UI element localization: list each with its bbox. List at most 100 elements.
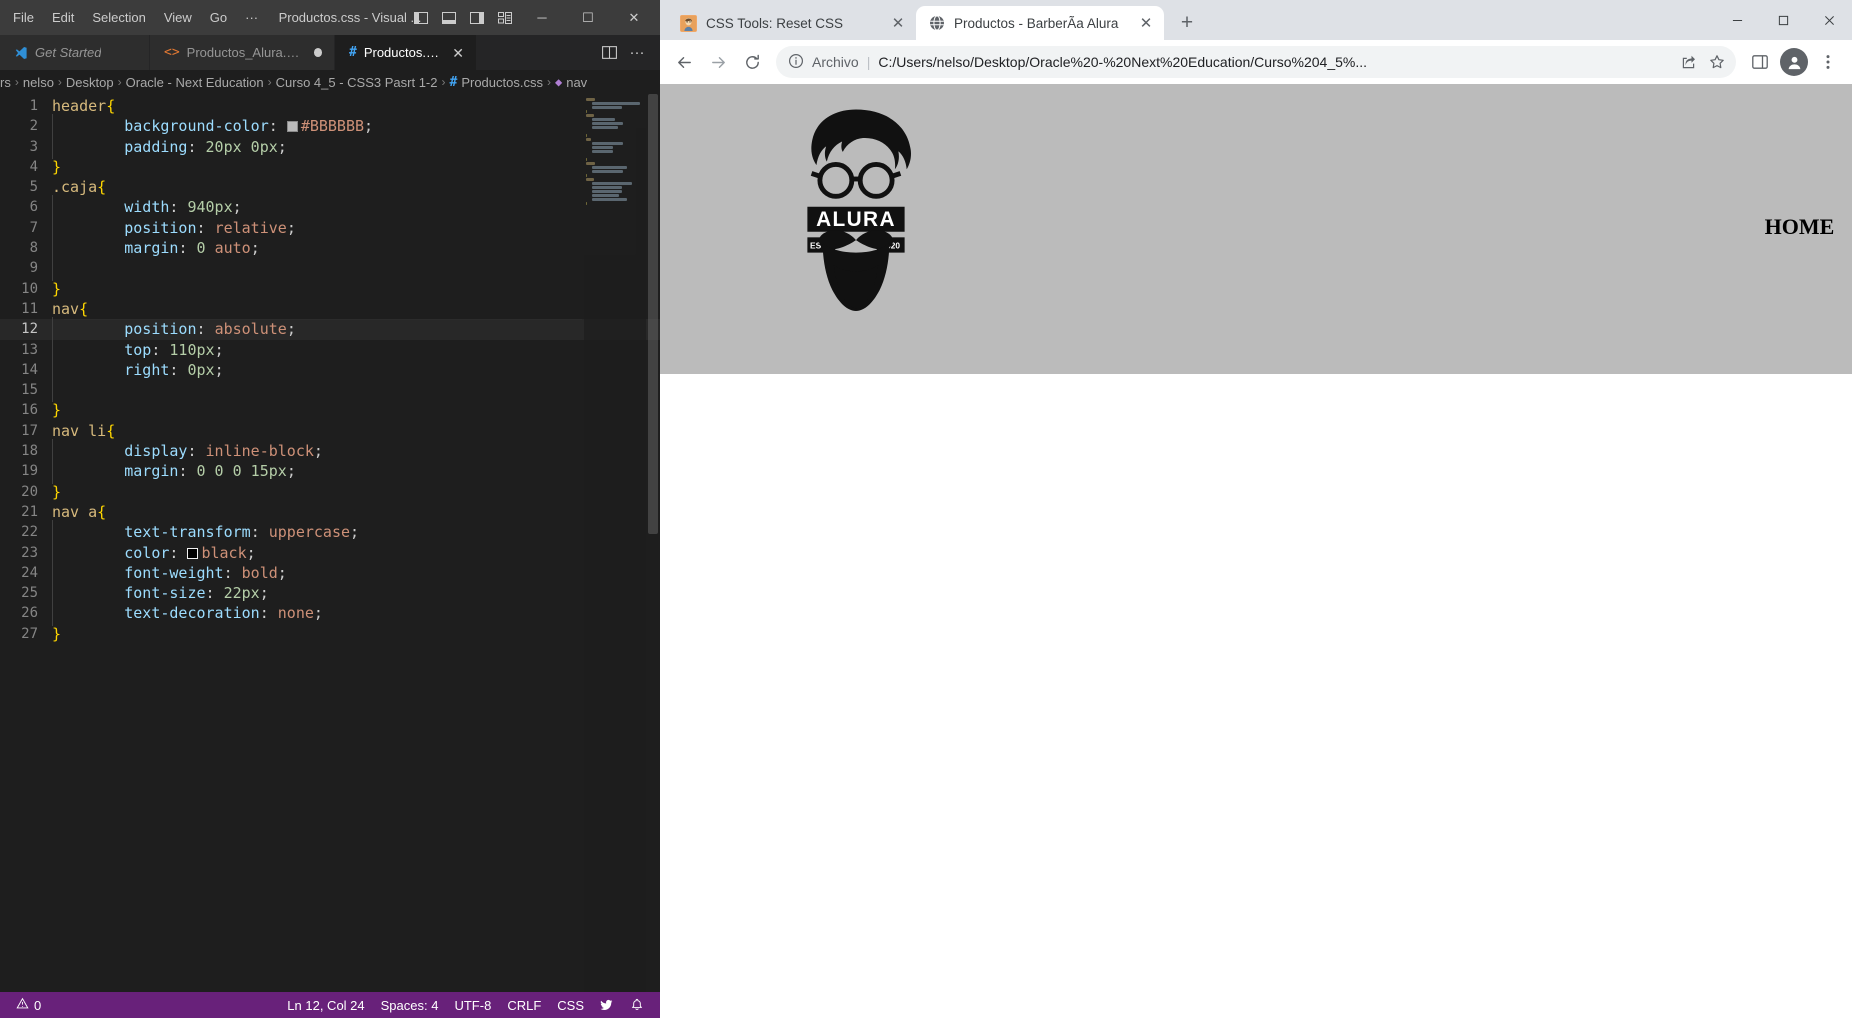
code-line[interactable]: 14 right: 0px; — [0, 357, 660, 383]
code-line[interactable]: 17 nav li{ — [0, 421, 660, 441]
star-icon[interactable] — [1704, 49, 1730, 75]
browser-maximize-button[interactable] — [1760, 0, 1806, 40]
tab-productos-css[interactable]: # Productos.css ✕ — [335, 35, 477, 70]
breadcrumb-item-4[interactable]: Curso 4_5 - CSS3 Pasrt 1-2 — [276, 75, 438, 90]
reload-button[interactable] — [736, 46, 768, 78]
code-content[interactable]: 1 header{2 background-color: #BBBBBB; 3 pa… — [0, 94, 660, 644]
vscode-statusbar: 0 Ln 12, Col 24 Spaces: 4 UTF-8 CRLF CSS — [0, 992, 660, 1018]
language-mode-status[interactable]: CSS — [549, 998, 592, 1013]
unsaved-indicator-dot[interactable] — [313, 48, 322, 57]
code-line[interactable]: 11 nav{ — [0, 299, 660, 319]
code-line[interactable]: 27} — [0, 624, 660, 644]
code-line[interactable]: 9 — [0, 256, 660, 281]
problems-status[interactable]: 0 — [8, 997, 49, 1013]
breadcrumb-item-2[interactable]: Desktop — [66, 75, 114, 90]
browser-tab-productos[interactable]: Productos - BarberÃa Alura ✕ — [916, 6, 1164, 40]
code-text: } — [52, 157, 61, 177]
menu-more[interactable]: ··· — [236, 7, 267, 28]
editor-scrollbar[interactable] — [646, 94, 660, 992]
side-panel-icon[interactable] — [1744, 46, 1776, 78]
code-line[interactable]: 3 padding: 20px 0px; — [0, 134, 660, 159]
nav-link-home[interactable]: HOME — [1765, 214, 1835, 239]
menu-go[interactable]: Go — [201, 7, 236, 28]
new-tab-button[interactable]: + — [1170, 6, 1204, 40]
code-line[interactable]: 15 — [0, 378, 660, 403]
code-text — [52, 256, 124, 281]
code-line[interactable]: 7 position: relative; — [0, 215, 660, 241]
code-line[interactable]: 6 width: 940px; — [0, 195, 660, 220]
code-line[interactable]: 25 font-size: 22px; — [0, 581, 660, 606]
page-viewport[interactable]: ALURA ESTO 2020 — [660, 84, 1852, 1018]
encoding-status[interactable]: UTF-8 — [446, 998, 499, 1013]
site-nav: HOME PRODUCTOS CONTACTO — [1750, 214, 1852, 240]
indentation-status[interactable]: Spaces: 4 — [373, 998, 447, 1013]
browser-minimize-button[interactable] — [1714, 0, 1760, 40]
tab-close-button[interactable]: ✕ — [452, 46, 464, 60]
three-dots-vertical-icon[interactable] — [1812, 46, 1844, 78]
code-line[interactable]: 13 top: 110px; — [0, 337, 660, 362]
code-token: : — [250, 523, 269, 542]
code-line[interactable]: 19 margin: 0 0 0 15px; — [0, 459, 660, 484]
cursor-position-status[interactable]: Ln 12, Col 24 — [279, 998, 372, 1013]
code-line[interactable]: 23 color: black; — [0, 540, 660, 565]
browser-close-button[interactable] — [1806, 0, 1852, 40]
code-line[interactable]: 4} — [0, 157, 660, 177]
code-line[interactable]: 18 display: inline-block; — [0, 439, 660, 464]
breadcrumb-item-0[interactable]: rs — [0, 75, 11, 90]
code-line[interactable]: 26 text-decoration: none; — [0, 601, 660, 626]
forward-button[interactable] — [702, 46, 734, 78]
panel-right-icon[interactable] — [464, 5, 490, 31]
editor-minimap[interactable] — [584, 94, 646, 992]
code-line[interactable]: 2 background-color: #BBBBBB; — [0, 114, 660, 139]
window-maximize-button[interactable]: ☐ — [566, 0, 610, 35]
code-line[interactable]: 12 position: absolute; — [0, 317, 660, 342]
browser-tab-css-tools[interactable]: CSS Tools: Reset CSS ✕ — [668, 6, 916, 40]
breadcrumb-item-3[interactable]: Oracle - Next Education — [126, 75, 264, 90]
code-text: padding: 20px 0px; — [52, 134, 287, 159]
code-editor[interactable]: 1 header{2 background-color: #BBBBBB; 3 pa… — [0, 94, 660, 992]
menu-file[interactable]: File — [4, 7, 43, 28]
panel-bottom-icon[interactable] — [436, 5, 462, 31]
panel-left-icon[interactable] — [408, 5, 434, 31]
bell-icon[interactable] — [622, 998, 652, 1012]
code-line[interactable]: 1 header{ — [0, 96, 660, 116]
menu-edit[interactable]: Edit — [43, 7, 83, 28]
minimap-line — [592, 182, 632, 185]
menu-view[interactable]: View — [155, 7, 201, 28]
code-line[interactable]: 24 font-weight: bold; — [0, 560, 660, 586]
back-button[interactable] — [668, 46, 700, 78]
code-token: display — [124, 442, 188, 461]
code-line[interactable]: 5 .caja{ — [0, 177, 660, 197]
code-text: text-decoration: none; — [52, 601, 323, 626]
scrollbar-thumb[interactable] — [648, 94, 658, 534]
address-bar[interactable]: Archivo | C:/Users/nelso/Desktop/Oracle%… — [776, 46, 1736, 78]
code-line[interactable]: 20} — [0, 482, 660, 502]
tab-productos-alura-html[interactable]: <> Productos_Alura.html — [150, 35, 335, 70]
breadcrumb-item-5[interactable]: # Productos.css — [450, 75, 543, 90]
menu-selection[interactable]: Selection — [83, 7, 154, 28]
browser-tab-close-button[interactable]: ✕ — [890, 16, 906, 31]
chrome-browser-window: CSS Tools: Reset CSS ✕ Productos - Barbe… — [660, 0, 1852, 1018]
code-line[interactable]: 22 text-transform: uppercase; — [0, 520, 660, 545]
tab-get-started[interactable]: Get Started — [0, 35, 150, 70]
profile-avatar-icon[interactable] — [1778, 46, 1810, 78]
info-circle-icon[interactable] — [788, 53, 804, 72]
customize-layout-icon[interactable] — [492, 5, 518, 31]
code-line[interactable]: 8 margin: 0 auto; — [0, 236, 660, 261]
browser-tab-close-button[interactable]: ✕ — [1138, 16, 1154, 31]
code-token: 0 — [196, 239, 206, 258]
breadcrumb-item-1[interactable]: nelso — [23, 75, 54, 90]
breadcrumb-item-6[interactable]: ◆ nav — [555, 75, 587, 90]
window-close-button[interactable]: ✕ — [612, 0, 656, 35]
split-editor-icon[interactable] — [596, 40, 622, 66]
eol-status[interactable]: CRLF — [499, 998, 549, 1013]
share-icon[interactable] — [1676, 49, 1702, 75]
code-line[interactable]: 21 nav a{ — [0, 502, 660, 522]
more-actions-icon[interactable]: ··· — [624, 40, 650, 66]
code-token: : — [205, 584, 224, 603]
minimap-line — [586, 110, 588, 113]
code-line[interactable]: 16} — [0, 400, 660, 420]
window-minimize-button[interactable]: ─ — [520, 0, 564, 35]
code-line[interactable]: 10} — [0, 279, 660, 299]
tweet-feedback-icon[interactable] — [592, 998, 622, 1012]
